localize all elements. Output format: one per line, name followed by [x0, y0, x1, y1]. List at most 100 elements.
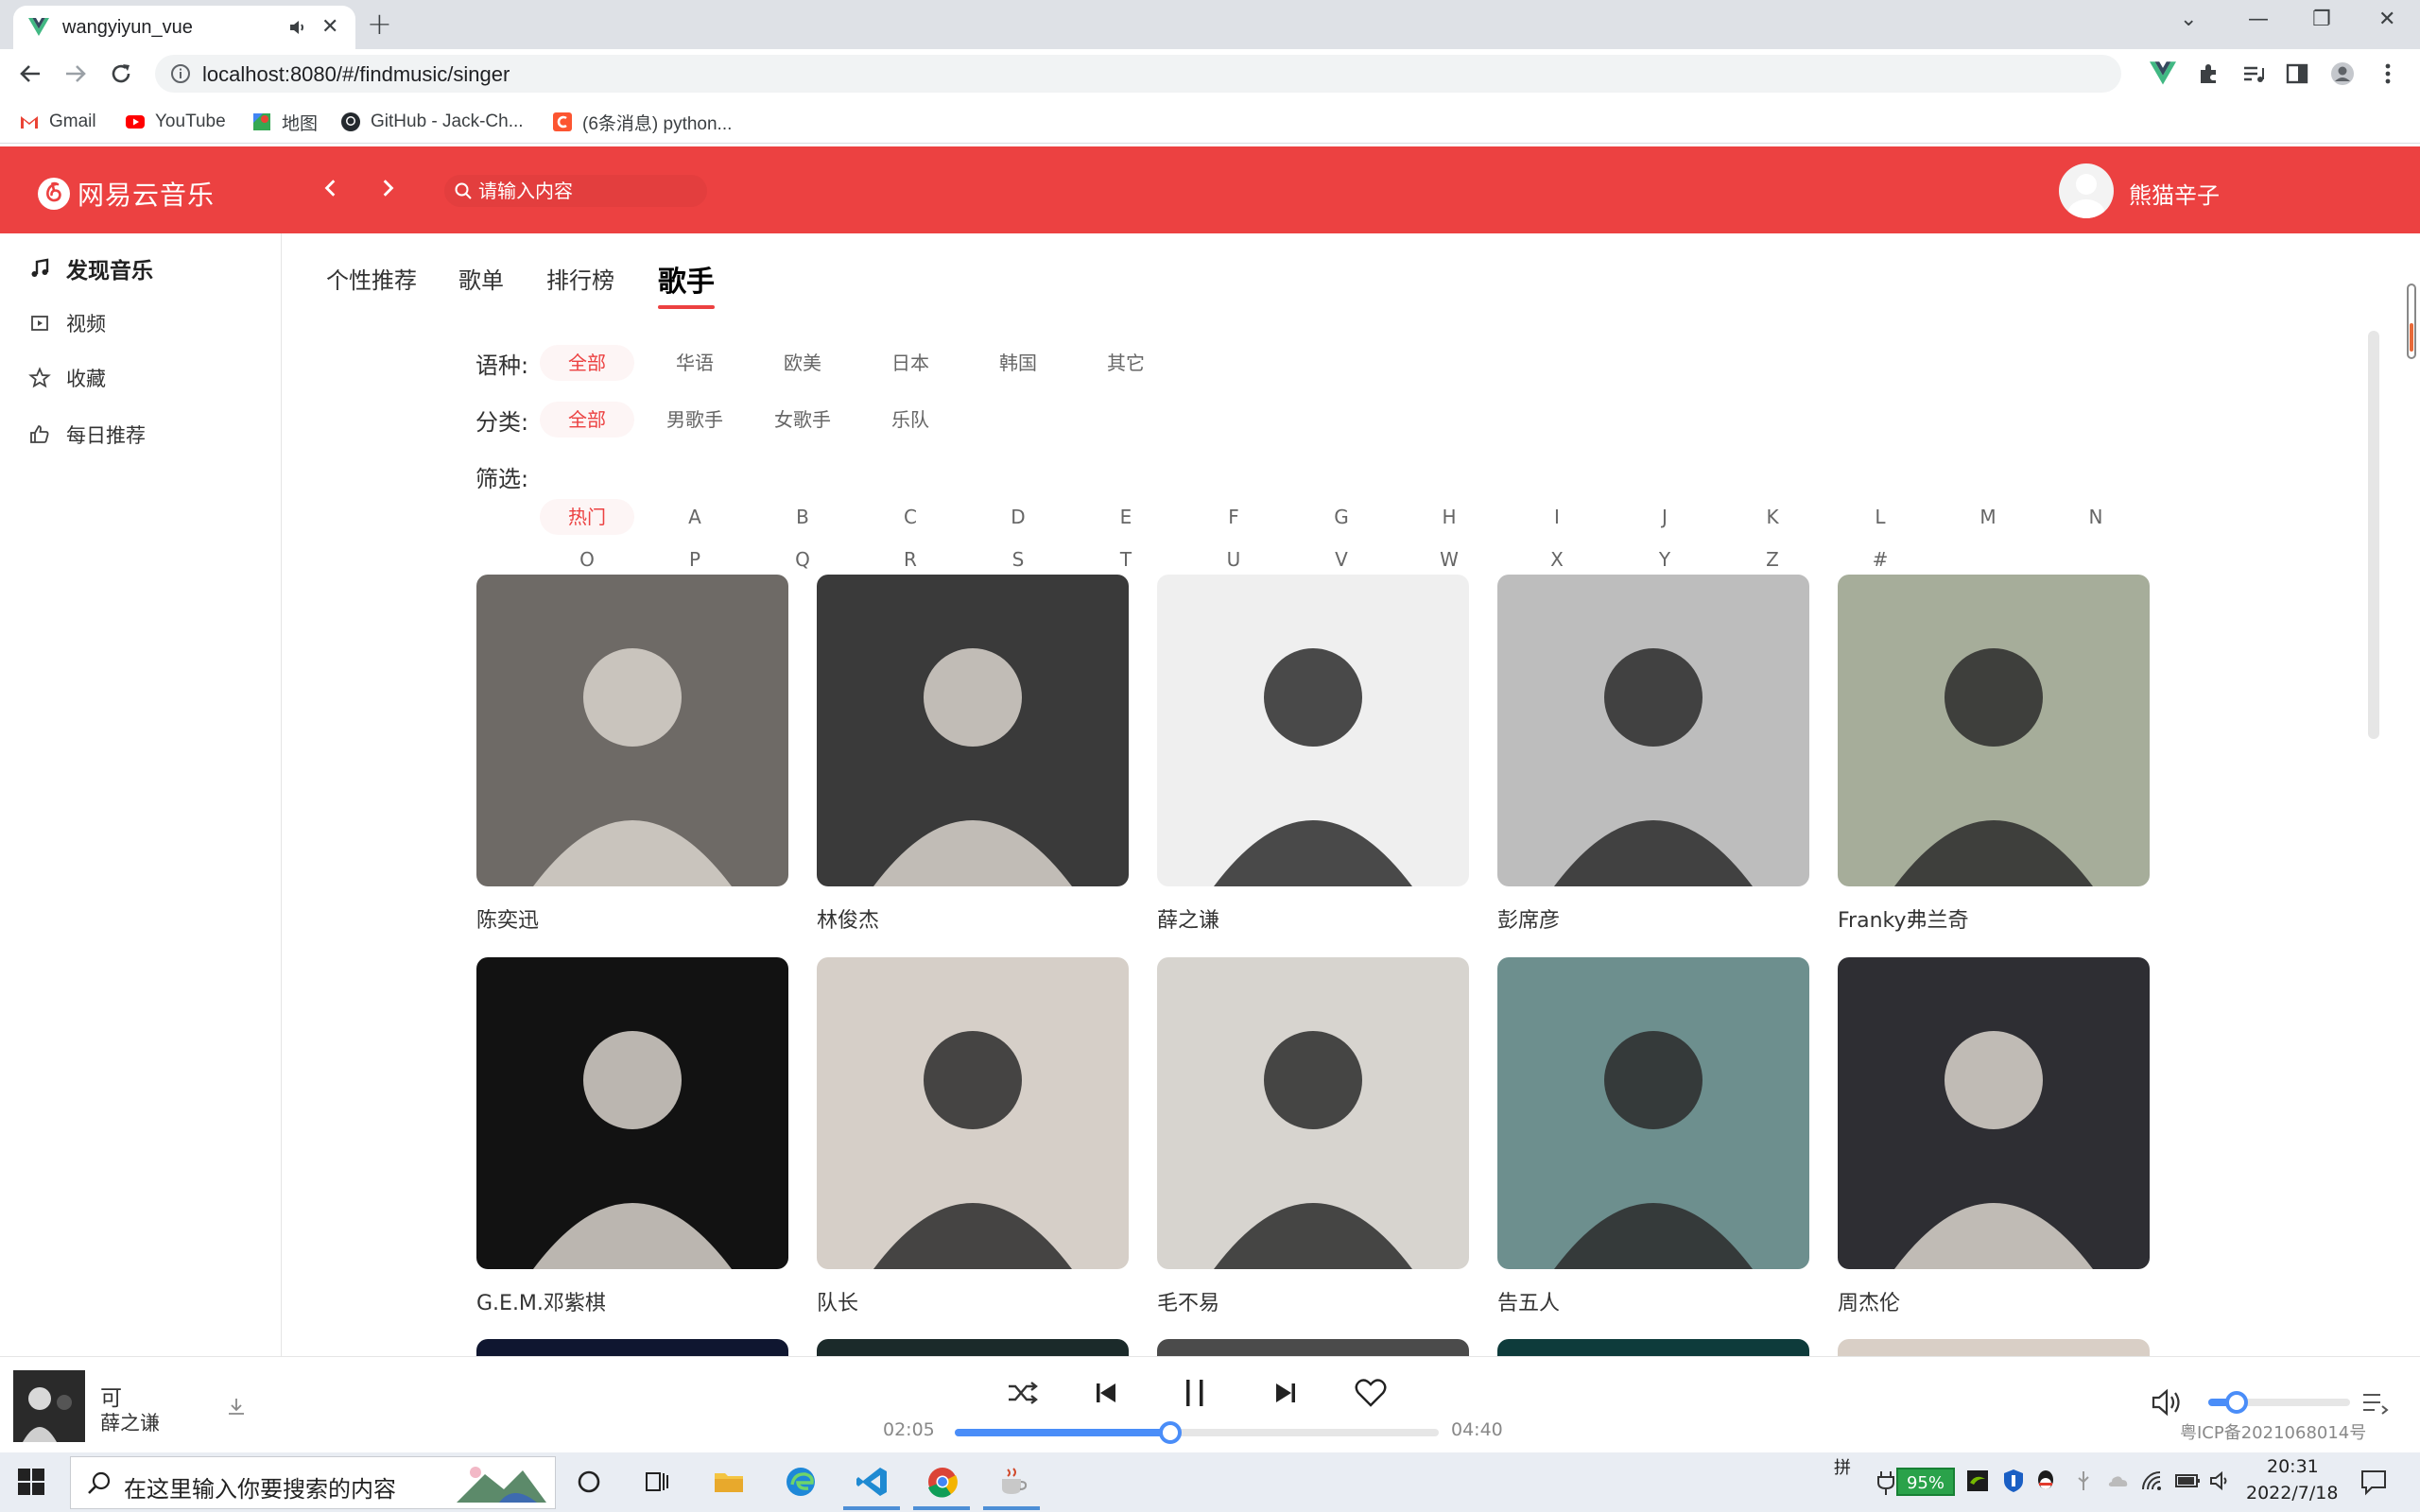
address-bar[interactable]: localhost:8080/#/findmusic/singer: [155, 55, 2121, 93]
minimize-icon[interactable]: —: [2248, 8, 2269, 31]
notification-center-icon[interactable]: [2360, 1468, 2388, 1496]
chip-initial[interactable]: 热门: [540, 499, 634, 535]
singer-name[interactable]: 队长: [817, 1286, 1129, 1316]
singer-card[interactable]: Franky弗兰奇: [1838, 575, 2150, 934]
singer-card-partial[interactable]: [817, 1339, 1129, 1356]
tab-audio-icon[interactable]: [287, 17, 308, 38]
edge-browser-icon[interactable]: [783, 1464, 819, 1500]
singer-card[interactable]: 告五人: [1497, 957, 1809, 1316]
chip-initial[interactable]: I: [1510, 499, 1604, 535]
bookmark-gmail[interactable]: Gmail: [19, 110, 96, 134]
browser-tab[interactable]: wangyiyun_vue ✕: [13, 6, 355, 49]
back-icon[interactable]: [17, 60, 43, 87]
chip-initial[interactable]: W: [1402, 541, 1496, 577]
windows-start-icon[interactable]: [17, 1468, 45, 1496]
chip-initial[interactable]: P: [648, 541, 742, 577]
tab-playlist[interactable]: 歌单: [458, 262, 504, 295]
volume-slider[interactable]: [2208, 1391, 2350, 1414]
sidebar-item-discover-music[interactable]: 发现音乐: [28, 252, 153, 284]
tab-ranking[interactable]: 排行榜: [546, 262, 614, 295]
sidebar-item-daily-recommend[interactable]: 每日推荐: [28, 421, 146, 449]
singer-photo[interactable]: [817, 957, 1129, 1269]
singer-card[interactable]: 林俊杰: [817, 575, 1129, 934]
reload-icon[interactable]: [108, 60, 134, 87]
chip-initial[interactable]: O: [540, 541, 634, 577]
power-plug-icon[interactable]: [1876, 1469, 1896, 1496]
singer-name[interactable]: 薛之谦: [1157, 903, 1469, 934]
cortana-icon[interactable]: [571, 1464, 607, 1500]
next-track-icon[interactable]: [1267, 1374, 1305, 1412]
chip-initial[interactable]: F: [1186, 499, 1281, 535]
singer-name[interactable]: 彭席彦: [1497, 903, 1809, 934]
singer-card[interactable]: 队长: [817, 957, 1129, 1316]
chrome-icon[interactable]: [925, 1464, 960, 1500]
singer-card-partial[interactable]: [1497, 1339, 1809, 1356]
chip-initial[interactable]: D: [971, 499, 1065, 535]
chip-initial[interactable]: S: [971, 541, 1065, 577]
singer-photo[interactable]: [1157, 957, 1469, 1269]
chip-category-male[interactable]: 男歌手: [648, 402, 742, 438]
chip-initial[interactable]: Y: [1617, 541, 1712, 577]
taskbar-search[interactable]: 在这里输入你要搜索的内容: [70, 1456, 556, 1509]
chip-initial[interactable]: Z: [1725, 541, 1820, 577]
chip-initial[interactable]: A: [648, 499, 742, 535]
singer-photo[interactable]: [817, 575, 1129, 886]
chip-initial[interactable]: Q: [755, 541, 850, 577]
chip-initial[interactable]: N: [2048, 499, 2143, 535]
singer-name[interactable]: G.E.M.邓紫棋: [476, 1286, 788, 1316]
chip-category-all[interactable]: 全部: [540, 402, 634, 438]
wifi-icon[interactable]: [2140, 1469, 2165, 1492]
qq-tray-icon[interactable]: [2034, 1468, 2057, 1494]
chip-initial[interactable]: X: [1510, 541, 1604, 577]
singer-card[interactable]: 周杰伦: [1838, 957, 2150, 1316]
progress-slider[interactable]: [955, 1421, 1439, 1444]
window-close-icon[interactable]: ✕: [2378, 8, 2395, 31]
chip-initial[interactable]: H: [1402, 499, 1496, 535]
menu-kebab-icon[interactable]: [2375, 60, 2401, 87]
chip-initial[interactable]: U: [1186, 541, 1281, 577]
tab-recommend[interactable]: 个性推荐: [326, 262, 417, 295]
chip-initial[interactable]: J: [1617, 499, 1712, 535]
chip-language-western[interactable]: 欧美: [755, 345, 850, 381]
security-shield-icon[interactable]: [2002, 1468, 2025, 1494]
chip-initial[interactable]: E: [1079, 499, 1173, 535]
icp-record[interactable]: 粤ICP备2021068014号: [2180, 1419, 2366, 1444]
singer-name[interactable]: 陈奕迅: [476, 903, 788, 934]
chip-language-all[interactable]: 全部: [540, 345, 634, 381]
user-avatar[interactable]: [2059, 163, 2114, 218]
singer-card-partial[interactable]: [1838, 1339, 2150, 1356]
playlist-icon[interactable]: [2361, 1391, 2390, 1416]
chip-initial[interactable]: T: [1079, 541, 1173, 577]
app-logo[interactable]: 网易云音乐: [38, 175, 215, 213]
file-explorer-icon[interactable]: [711, 1464, 747, 1500]
restore-icon[interactable]: ❐: [2312, 8, 2331, 31]
chip-initial[interactable]: B: [755, 499, 850, 535]
speaker-tray-icon[interactable]: [2208, 1469, 2233, 1492]
volume-handle[interactable]: [2225, 1391, 2248, 1414]
sidebar-item-video[interactable]: 视频: [28, 309, 106, 337]
singer-card[interactable]: 陈奕迅: [476, 575, 788, 934]
chip-language-chinese[interactable]: 华语: [648, 345, 742, 381]
download-icon[interactable]: [225, 1395, 248, 1418]
battery-indicator[interactable]: 95%: [1896, 1468, 1955, 1496]
progress-handle[interactable]: [1159, 1421, 1183, 1444]
chip-initial[interactable]: R: [863, 541, 958, 577]
onedrive-tray-icon[interactable]: [2106, 1469, 2129, 1492]
java-cup-icon[interactable]: [994, 1464, 1030, 1500]
tab-search-icon[interactable]: ⌄: [2180, 8, 2197, 31]
singer-card-partial[interactable]: [476, 1339, 788, 1356]
bookmark-maps[interactable]: 地图: [251, 110, 318, 134]
clock-time[interactable]: 20:31: [2267, 1456, 2319, 1477]
singer-photo[interactable]: [476, 957, 788, 1269]
search-box[interactable]: [444, 175, 707, 207]
singer-card-partial[interactable]: [1157, 1339, 1469, 1356]
history-back-button[interactable]: [314, 171, 348, 205]
chip-initial[interactable]: M: [1941, 499, 2035, 535]
tab-singer[interactable]: 歌手: [658, 258, 715, 300]
chip-initial[interactable]: K: [1725, 499, 1820, 535]
singer-name[interactable]: 林俊杰: [817, 903, 1129, 934]
tab-close-icon[interactable]: ✕: [321, 15, 338, 39]
profile-icon[interactable]: [2329, 60, 2356, 87]
singer-photo[interactable]: [1838, 957, 2150, 1269]
site-info-icon[interactable]: [170, 63, 191, 84]
